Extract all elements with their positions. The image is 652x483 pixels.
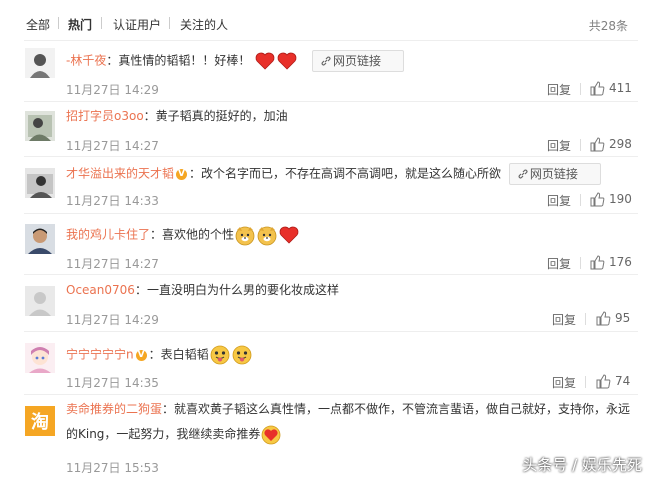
comment-text: ：黄子韬真的挺好的，加油 (143, 109, 288, 123)
username[interactable]: 卖命推券的二狗蛋 (66, 402, 162, 416)
comment-time: 11月27日 15:53 (66, 461, 159, 475)
thumbs-up-icon (590, 137, 605, 152)
username[interactable]: Ocean0706 (66, 283, 135, 297)
tab-divider (58, 17, 59, 29)
reply-button[interactable]: 回复 (547, 81, 571, 98)
verified-badge-icon: V (176, 168, 188, 180)
comment-filter-bar: 全部 热门 认证用户 关注的人 共28条 (0, 0, 652, 40)
thumbs-up-icon (590, 192, 605, 207)
reply-button[interactable]: 回复 (547, 255, 571, 272)
comment-text: ：表白韬韬 (148, 347, 209, 362)
comment-item: 宁宁宁宁宁n V ：表白韬韬 11月27日 14:35 回复 74 (0, 332, 652, 394)
comment-item: 我的鸡儿卡住了：喜欢他的个性 11月27日 14:27 回复 176 (0, 214, 652, 274)
svg-text:淘: 淘 (31, 411, 49, 433)
like-button[interactable]: 176 (590, 255, 632, 271)
link-icon (518, 169, 528, 179)
username[interactable]: 招打字员o3oo (66, 109, 144, 123)
divider (580, 257, 581, 269)
comment-count: 共28条 (588, 19, 628, 33)
tab-following[interactable]: 关注的人 (180, 16, 228, 33)
thumbs-up-icon (590, 81, 605, 96)
thumbs-up-icon (590, 255, 605, 270)
comment-body: Ocean0706：一直没明白为什么男的要化妆成这样 (66, 281, 339, 299)
heart-emoji-icon (279, 226, 299, 244)
comment-time: 11月27日 14:33 (66, 194, 159, 208)
username[interactable]: 我的鸡儿卡住了 (66, 228, 150, 242)
like-count: 95 (615, 311, 631, 325)
web-link-label: 网页链接 (333, 54, 382, 68)
comment-body: 我的鸡儿卡住了：喜欢他的个性 (66, 224, 300, 246)
tab-divider (169, 17, 170, 29)
comment-text: ：一直没明白为什么男的要化妆成这样 (134, 283, 339, 297)
heart-eyes-emoji-icon (262, 425, 281, 444)
avatar[interactable]: 淘 (25, 406, 55, 436)
web-link-button[interactable]: 网页链接 (508, 163, 601, 185)
avatar[interactable] (25, 111, 55, 141)
comment-body: 招打字员o3oo：黄子韬真的挺好的，加油 (66, 107, 288, 125)
like-count: 190 (609, 192, 632, 206)
comment-time: 11月27日 14:27 (66, 257, 159, 271)
reply-button[interactable]: 回复 (552, 374, 576, 391)
heart-emoji-icon (277, 52, 297, 70)
avatar[interactable] (25, 224, 55, 254)
comment-time: 11月27日 14:35 (66, 376, 159, 390)
thumbs-up-icon (596, 374, 611, 389)
divider (580, 139, 581, 151)
comment-time: 11月27日 14:29 (66, 83, 159, 97)
like-button[interactable]: 298 (590, 137, 632, 153)
like-button[interactable]: 95 (596, 311, 632, 327)
comment-text: ：喜欢他的个性 (150, 227, 235, 242)
comment-text: ：改个名字而已，不存在高调不高调吧，就是这么随心所欲 (189, 166, 502, 181)
like-count: 176 (609, 255, 632, 269)
comment-time: 11月27日 14:29 (66, 313, 159, 327)
comment-item: Ocean0706：一直没明白为什么男的要化妆成这样 11月27日 14:29 … (0, 275, 652, 331)
username[interactable]: -林千夜 (66, 54, 106, 68)
like-button[interactable]: 74 (596, 374, 632, 390)
like-count: 74 (615, 374, 631, 388)
reply-button[interactable]: 回复 (552, 311, 576, 328)
username[interactable]: 才华溢出来的天才韬 (66, 167, 174, 181)
avatar[interactable] (25, 343, 55, 373)
watermark: 头条号 / 娱乐先死 (522, 456, 642, 474)
like-button[interactable]: 411 (590, 81, 632, 97)
comment-item: 才华溢出来的天才韬 V ：改个名字而已，不存在高调不高调吧，就是这么随心所欲 网页链… (0, 157, 652, 213)
reply-button[interactable]: 回复 (547, 137, 571, 154)
doge-emoji-icon (257, 226, 277, 246)
comment-body: 才华溢出来的天才韬 V ：改个名字而已，不存在高调不高调吧，就是这么随心所欲 网页链… (66, 163, 601, 185)
avatar[interactable] (25, 48, 55, 78)
tongue-out-emoji-icon (232, 345, 252, 365)
comment-item: 招打字员o3oo：黄子韬真的挺好的，加油 11月27日 14:27 回复 298 (0, 102, 652, 156)
reply-button[interactable]: 回复 (547, 192, 571, 209)
web-link-label: 网页链接 (529, 167, 578, 181)
comment-item: -林千夜：真性情的韬韬！！好棒！ 网页链接 11月27日 14:29 回复 41… (0, 41, 652, 101)
comment-body: 卖命推券的二狗蛋：就喜欢黄子韬这么真性情，一点都不做作，不管流言蜚语，做自己就好… (66, 397, 636, 447)
link-icon (321, 56, 331, 66)
doge-emoji-icon (235, 226, 255, 246)
thumbs-up-icon (596, 311, 611, 326)
avatar[interactable] (25, 286, 55, 316)
divider (580, 194, 581, 206)
like-count: 298 (609, 137, 632, 151)
username[interactable]: 宁宁宁宁宁n (66, 348, 134, 362)
tab-all[interactable]: 全部 (26, 16, 50, 33)
comment-time: 11月27日 14:27 (66, 139, 159, 153)
comment-body: -林千夜：真性情的韬韬！！好棒！ 网页链接 (66, 50, 405, 72)
like-button[interactable]: 190 (590, 192, 632, 208)
tab-hot[interactable]: 热门 (68, 16, 92, 33)
divider (585, 313, 586, 325)
tab-divider (101, 17, 102, 29)
divider (580, 83, 581, 95)
like-count: 411 (609, 81, 632, 95)
tab-verified-users[interactable]: 认证用户 (113, 16, 161, 33)
divider (585, 376, 586, 388)
verified-badge-icon: V (135, 349, 147, 361)
web-link-button[interactable]: 网页链接 (312, 50, 405, 72)
comment-body: 宁宁宁宁宁n V ：表白韬韬 (66, 344, 253, 366)
avatar[interactable] (25, 168, 55, 198)
comment-text: ：真性情的韬韬！！好棒！ (106, 53, 251, 68)
heart-emoji-icon (255, 52, 275, 70)
tongue-out-emoji-icon (210, 345, 230, 365)
